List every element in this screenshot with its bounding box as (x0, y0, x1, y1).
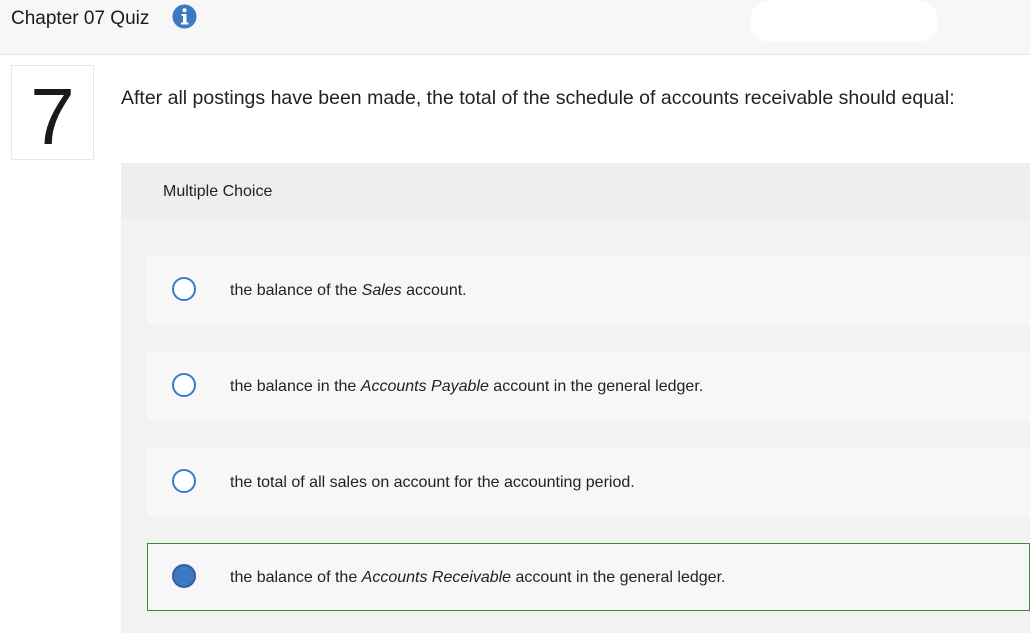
answer-option-text: the balance in the Accounts Payable acco… (230, 378, 704, 395)
answer-option[interactable]: the balance in the Accounts Payable acco… (147, 352, 1030, 420)
answer-option-text: the balance of the Sales account. (230, 282, 467, 299)
radio-button[interactable] (172, 277, 196, 301)
info-icon[interactable] (172, 4, 197, 29)
answer-option-text: the total of all sales on account for th… (230, 474, 635, 491)
answer-option[interactable]: the total of all sales on account for th… (147, 448, 1030, 516)
quiz-header: Chapter 07 Quiz (0, 0, 1030, 55)
answer-option-text: the balance of the Accounts Receivable a… (230, 569, 726, 586)
radio-button[interactable] (172, 469, 196, 493)
choice-panel: Multiple Choice the balance of the Sales… (121, 163, 1030, 633)
header-pill-control[interactable] (750, 0, 938, 42)
answer-option[interactable]: the balance of the Sales account. (147, 256, 1030, 324)
choice-panel-header: Multiple Choice (121, 163, 1030, 219)
question-number-box: 7 (11, 65, 94, 160)
question-number: 7 (30, 72, 75, 161)
quiz-title: Chapter 07 Quiz (11, 8, 150, 29)
answer-option-selected[interactable]: the balance of the Accounts Receivable a… (147, 543, 1030, 611)
question-text: After all postings have been made, the t… (121, 87, 955, 109)
radio-button-selected[interactable] (172, 564, 196, 588)
radio-button[interactable] (172, 373, 196, 397)
question-type-label: Multiple Choice (163, 183, 273, 200)
